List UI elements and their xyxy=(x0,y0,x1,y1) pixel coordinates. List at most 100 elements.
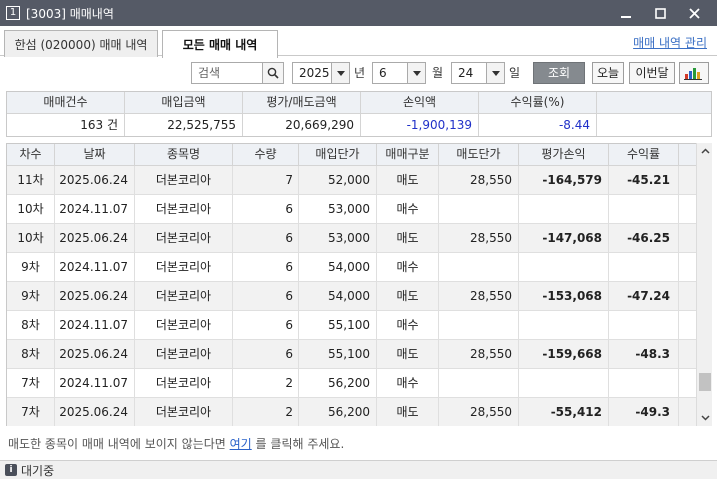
grid-scrollbar[interactable] xyxy=(696,143,712,426)
col-header-date[interactable]: 날짜 xyxy=(55,144,135,165)
cell-return: -48.3 xyxy=(609,340,679,368)
return-rate: -8.44 xyxy=(479,114,597,136)
year-label: 년 xyxy=(354,66,366,80)
cell-stock-name: 더본코리아 xyxy=(135,195,233,223)
table-row[interactable]: 10차 2025.06.24 더본코리아 6 53,000 매도 28,550 -147,06… xyxy=(7,224,696,253)
day-select[interactable]: 24 xyxy=(451,62,505,84)
cell-pnl: -153,068 xyxy=(519,282,609,310)
search-button[interactable] xyxy=(262,62,284,84)
profit-loss-amount: -1,900,139 xyxy=(361,114,479,136)
summary-header-cell: 매매건수 xyxy=(7,92,125,113)
cell-qty: 6 xyxy=(233,311,299,339)
manage-history-link[interactable]: 매매 내역 관리 xyxy=(633,34,707,51)
summary-header: 매매건수 매입금액 평가/매도금액 손익액 수익률(%) xyxy=(7,92,711,114)
cell-stock-name: 더본코리아 xyxy=(135,398,233,426)
chart-button[interactable] xyxy=(679,62,709,84)
cell-stock-name: 더본코리아 xyxy=(135,166,233,194)
year-select[interactable]: 2025 xyxy=(292,62,350,84)
summary-value-empty xyxy=(597,114,711,136)
cell-pnl xyxy=(519,253,609,281)
cell-pnl: -159,668 xyxy=(519,340,609,368)
cell-date: 2025.06.24 xyxy=(55,282,135,310)
cell-seq: 8차 xyxy=(7,311,55,339)
title-bar: 1 [3003] 매매내역 xyxy=(0,0,717,26)
cell-sell-price: 28,550 xyxy=(439,398,519,426)
cell-buy-price: 53,000 xyxy=(299,195,377,223)
month-dropdown-arrow[interactable] xyxy=(407,63,425,83)
col-header-name[interactable]: 종목명 xyxy=(135,144,233,165)
purchase-amount: 22,525,755 xyxy=(125,114,243,136)
scroll-thumb[interactable] xyxy=(699,373,711,391)
cell-stock-name: 더본코리아 xyxy=(135,311,233,339)
cell-date: 2025.06.24 xyxy=(55,224,135,252)
window-number-badge: 1 xyxy=(6,6,20,20)
today-button[interactable]: 오늘 xyxy=(592,62,624,84)
trade-history-grid[interactable]: 차수 날짜 종목명 수량 매입단가 매매구분 매도단가 평가손익 수익률 11차… xyxy=(6,143,696,426)
maximize-button[interactable] xyxy=(643,0,677,26)
table-row[interactable]: 7차 2025.06.24 더본코리아 2 56,200 매도 28,550 -55,412-… xyxy=(7,398,696,426)
help-here-link[interactable]: 여기 xyxy=(230,437,252,451)
cell-trade-type: 매도 xyxy=(377,340,439,368)
table-row[interactable]: 9차 2025.06.24 더본코리아 6 54,000 매도 28,550 -153,068… xyxy=(7,282,696,311)
close-button[interactable] xyxy=(677,0,711,26)
cell-seq: 7차 xyxy=(7,398,55,426)
table-row[interactable]: 10차 2024.11.07 더본코리아 6 53,000 매수 xyxy=(7,195,696,224)
summary-table: 매매건수 매입금액 평가/매도금액 손익액 수익률(%) 163 건 22,52… xyxy=(6,91,712,137)
year-dropdown-arrow[interactable] xyxy=(331,63,349,83)
cell-buy-price: 54,000 xyxy=(299,253,377,281)
chevron-up-icon xyxy=(700,148,710,154)
tab-row: 한섬 (020000) 매매 내역 모든 매매 내역 매매 내역 관리 xyxy=(0,26,717,58)
search-icon xyxy=(267,67,279,79)
cell-trade-type: 매도 xyxy=(377,282,439,310)
cell-sell-price: 28,550 xyxy=(439,282,519,310)
table-row[interactable]: 11차 2025.06.24 더본코리아 7 52,000 매도 28,550 -164,57… xyxy=(7,166,696,195)
cell-seq: 8차 xyxy=(7,340,55,368)
day-label: 일 xyxy=(509,66,521,80)
cell-date: 2024.11.07 xyxy=(55,253,135,281)
scroll-down-button[interactable] xyxy=(697,410,713,426)
cell-stock-name: 더본코리아 xyxy=(135,340,233,368)
col-header-qty[interactable]: 수량 xyxy=(233,144,299,165)
cell-pnl: -147,068 xyxy=(519,224,609,252)
tab-stock-history[interactable]: 한섬 (020000) 매매 내역 xyxy=(4,30,158,57)
cell-seq: 9차 xyxy=(7,253,55,281)
help-text-after: 를 클릭해 주세요. xyxy=(255,437,345,451)
query-button[interactable]: 조회 xyxy=(533,62,585,84)
cell-seq: 10차 xyxy=(7,224,55,252)
col-header-pnl[interactable]: 평가손익 xyxy=(519,144,609,165)
col-header-sell-price[interactable]: 매도단가 xyxy=(439,144,519,165)
col-header-buy-price[interactable]: 매입단가 xyxy=(299,144,377,165)
tab-all-history[interactable]: 모든 매매 내역 xyxy=(162,30,278,58)
year-value: 2025 xyxy=(299,66,330,80)
cell-trade-type: 매수 xyxy=(377,311,439,339)
cell-return xyxy=(609,253,679,281)
summary-header-cell-empty xyxy=(597,92,711,113)
cell-qty: 6 xyxy=(233,340,299,368)
search-input[interactable]: 검색 xyxy=(191,62,263,84)
table-row[interactable]: 7차 2024.11.07 더본코리아 2 56,200 매수 xyxy=(7,369,696,398)
cell-sell-price xyxy=(439,311,519,339)
cell-trade-type: 매수 xyxy=(377,369,439,397)
table-row[interactable]: 8차 2024.11.07 더본코리아 6 55,100 매수 xyxy=(7,311,696,340)
cell-pnl xyxy=(519,311,609,339)
day-dropdown-arrow[interactable] xyxy=(486,63,504,83)
cell-return xyxy=(609,369,679,397)
table-row[interactable]: 9차 2024.11.07 더본코리아 6 54,000 매수 xyxy=(7,253,696,282)
cell-qty: 2 xyxy=(233,369,299,397)
col-header-return[interactable]: 수익률 xyxy=(609,144,679,165)
cell-pnl xyxy=(519,369,609,397)
cell-buy-price: 54,000 xyxy=(299,282,377,310)
col-header-trade-type[interactable]: 매매구분 xyxy=(377,144,439,165)
scroll-up-button[interactable] xyxy=(697,143,713,159)
cell-trade-type: 매도 xyxy=(377,224,439,252)
cell-buy-price: 56,200 xyxy=(299,398,377,426)
chevron-down-icon xyxy=(412,70,421,76)
cell-return xyxy=(609,311,679,339)
table-row[interactable]: 8차 2025.06.24 더본코리아 6 55,100 매도 28,550 -159,668… xyxy=(7,340,696,369)
this-month-button[interactable]: 이번달 xyxy=(629,62,675,84)
minimize-button[interactable] xyxy=(609,0,643,26)
help-message: 매도한 종목이 매매 내역에 보이지 않는다면 여기 를 클릭해 주세요. xyxy=(8,435,344,452)
col-header-seq[interactable]: 차수 xyxy=(7,144,55,165)
cell-date: 2024.11.07 xyxy=(55,195,135,223)
month-select[interactable]: 6 xyxy=(372,62,426,84)
